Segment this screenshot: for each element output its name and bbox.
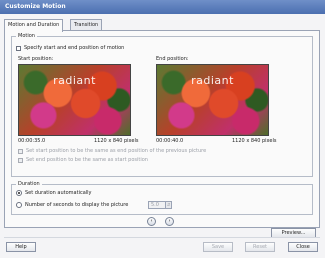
seconds-value: 5.0 — [151, 202, 159, 208]
window-title: Customize Motion — [0, 0, 325, 14]
seconds-spinbox[interactable]: 5.0 ⇵ — [148, 201, 172, 209]
tab-motion-and-duration[interactable]: Motion and Duration — [4, 19, 64, 32]
same-as-start-row[interactable]: Set end position to be the same as start… — [18, 157, 148, 163]
next-picture-button[interactable]: › — [165, 217, 174, 226]
duration-seconds-radio[interactable] — [16, 202, 22, 208]
chevron-left-icon: ‹ — [150, 218, 153, 224]
same-as-previous-checkbox[interactable] — [18, 148, 23, 154]
start-resolution: 1120 x 840 pixels — [94, 138, 139, 144]
end-position-label: End position: — [156, 56, 189, 62]
specify-motion-checkbox[interactable] — [16, 45, 21, 51]
motion-group: Motion Specify start and end position of… — [11, 33, 313, 177]
same-as-previous-row[interactable]: Set start position to be the same as end… — [18, 148, 206, 154]
duration-seconds-row[interactable]: Number of seconds to display the picture — [16, 202, 128, 208]
previous-picture-button[interactable]: ‹ — [147, 217, 156, 226]
spin-arrows-icon[interactable]: ⇵ — [165, 202, 171, 208]
duration-auto-radio[interactable] — [16, 190, 22, 196]
end-resolution: 1120 x 840 pixels — [232, 138, 277, 144]
specify-motion-row[interactable]: Specify start and end position of motion — [16, 45, 124, 51]
chevron-right-icon: › — [168, 218, 171, 224]
duration-auto-label: Set duration automatically — [25, 190, 92, 196]
same-as-previous-label: Set start position to be the same as end… — [26, 148, 207, 154]
end-position-preview[interactable]: radiant — [156, 64, 269, 136]
close-button[interactable]: Close — [288, 242, 318, 252]
save-button[interactable]: Save — [203, 242, 233, 252]
start-watermark: radiant — [53, 74, 96, 87]
specify-motion-label: Specify start and end position of motion — [24, 45, 125, 51]
end-time: 00:00:40.0 — [156, 138, 184, 144]
end-watermark: radiant — [191, 74, 234, 87]
reset-button[interactable]: Reset — [245, 242, 275, 252]
start-position-preview[interactable]: radiant — [18, 64, 131, 136]
duration-seconds-label: Number of seconds to display the picture — [25, 202, 129, 208]
customize-motion-window: Customize Motion Motion and Duration Tra… — [0, 0, 325, 258]
duration-group: Duration Set duration automatically Numb… — [11, 181, 313, 215]
tab-panel: Motion Specify start and end position of… — [4, 30, 320, 228]
start-time: 00:00:35.0 — [18, 138, 46, 144]
duration-legend: Duration — [18, 181, 40, 187]
same-as-start-label: Set end position to be the same as start… — [26, 157, 148, 163]
help-button[interactable]: Help — [6, 242, 36, 252]
same-as-start-checkbox[interactable] — [18, 157, 23, 163]
footer-separator — [4, 237, 320, 238]
start-position-label: Start position: — [18, 56, 54, 62]
motion-legend: Motion — [18, 33, 35, 39]
duration-auto-row[interactable]: Set duration automatically — [16, 190, 92, 196]
